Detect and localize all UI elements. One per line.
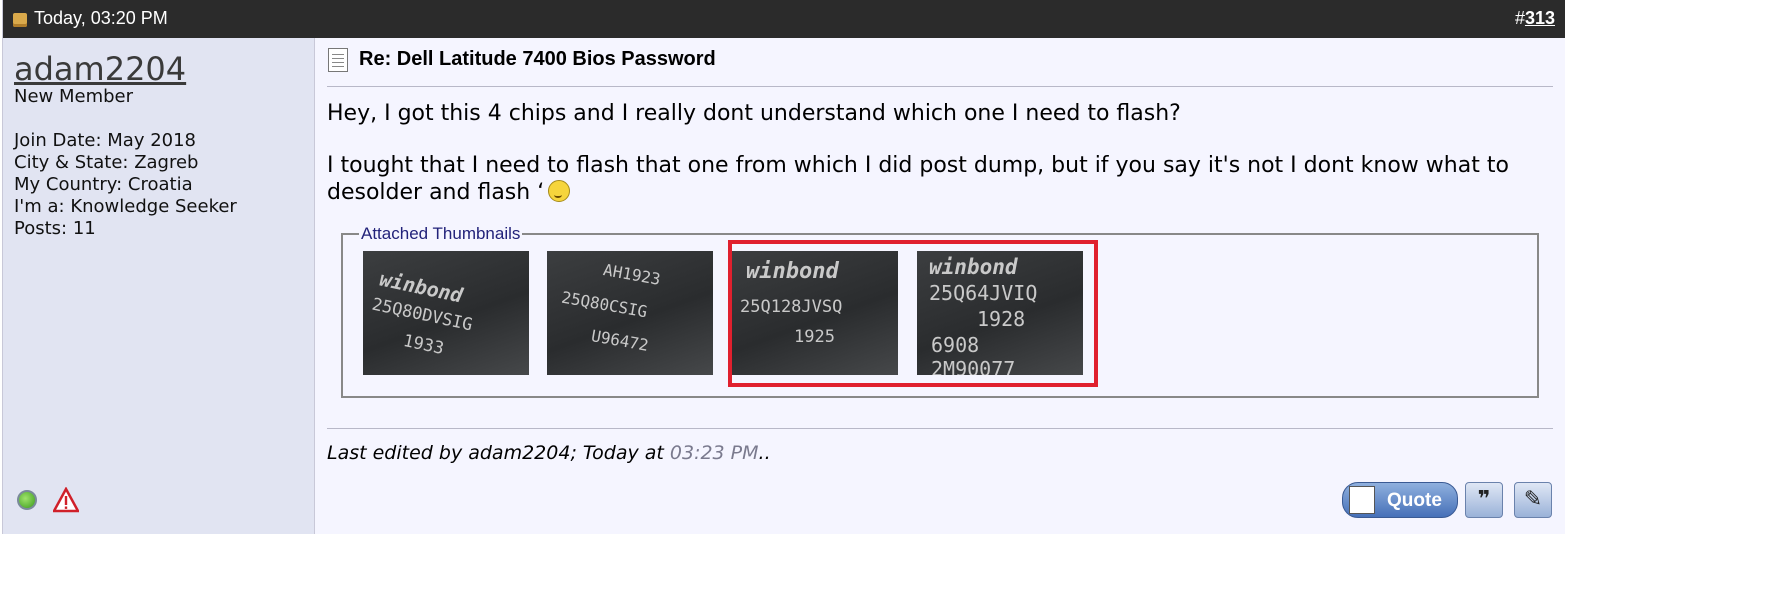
edit-pencil-icon[interactable]: ✎ [1514, 482, 1552, 518]
post-status-icon [13, 13, 27, 27]
user-title: New Member [14, 86, 134, 107]
signature-separator [327, 428, 1553, 429]
post-title: Re: Dell Latitude 7400 Bios Password [359, 48, 716, 70]
quote-button-label: Quote [1387, 490, 1442, 511]
post-number: #313 [1514, 8, 1555, 28]
post-date: Today, 03:20 PM [34, 8, 168, 28]
user-city: City & State: Zagreb [14, 152, 199, 173]
join-date: Join Date: May 2018 [14, 130, 197, 151]
user-info-panel: adam2204 New Member Join Date: May 2018 … [3, 38, 315, 534]
post-content: Re: Dell Latitude 7400 Bios Password Hey… [315, 38, 1565, 534]
thumbnail-1[interactable]: winbond 25Q80DVSIG 1933 [363, 251, 529, 375]
confused-smiley-icon [548, 180, 571, 202]
user-details: Join Date: May 2018 City & State: Zagreb… [14, 130, 237, 240]
last-edited-note: Last edited by adam2204; Today at 03:23 … [327, 442, 771, 464]
post-header: Today, 03:20 PM #313 [3, 0, 1565, 38]
warning-triangle-icon[interactable] [53, 487, 79, 513]
thumbnail-2[interactable]: AH1923 25Q80CSIG U96472 [547, 251, 713, 375]
user-posts: Posts: 11 [14, 218, 96, 239]
user-country: My Country: Croatia [14, 174, 193, 195]
attachments-legend: Attached Thumbnails [361, 224, 521, 243]
username-link[interactable]: adam2204 [14, 50, 186, 88]
message-paragraph-2: I tought that I need to flash that one f… [327, 153, 1509, 205]
quote-pencil-icon [1349, 486, 1375, 514]
online-indicator-icon [17, 490, 37, 510]
multiquote-icon[interactable]: ❞ [1465, 482, 1503, 518]
post-number-link[interactable]: 313 [1525, 8, 1555, 28]
post-message: Hey, I got this 4 chips and I really don… [327, 100, 1557, 231]
quote-button[interactable]: Quote [1342, 482, 1458, 518]
user-role: I'm a: Knowledge Seeker [14, 196, 237, 217]
red-highlight-box [728, 240, 1098, 387]
post-title-icon [328, 48, 348, 72]
message-paragraph-1: Hey, I got this 4 chips and I really don… [327, 101, 1181, 126]
forum-post: Today, 03:20 PM #313 adam2204 New Member… [2, 0, 1565, 534]
title-separator [327, 86, 1553, 87]
edited-time: 03:23 PM [669, 442, 759, 464]
